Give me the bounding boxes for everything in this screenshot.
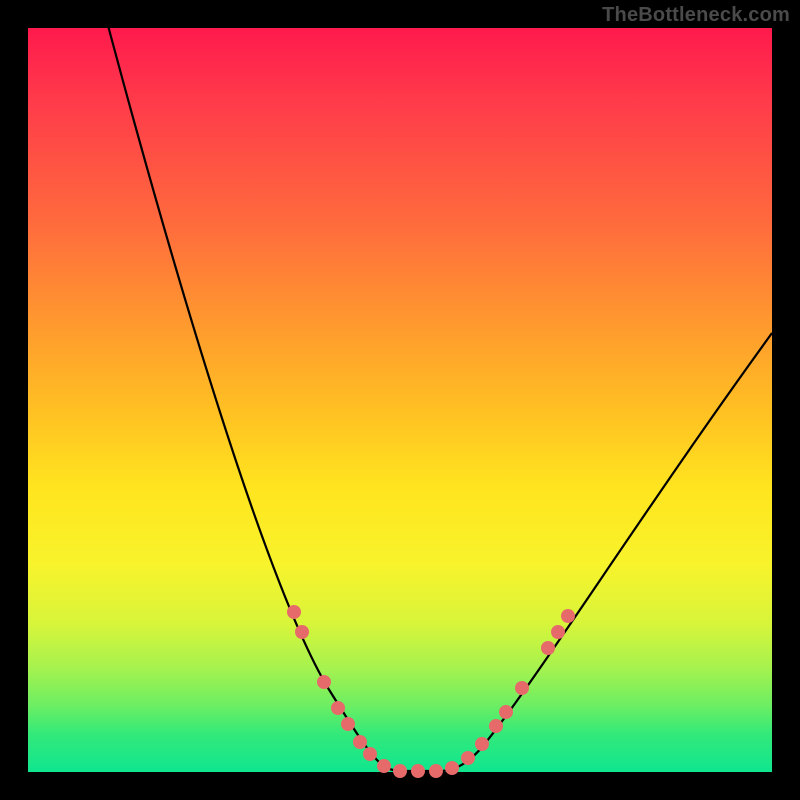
marker-dot: [551, 625, 565, 639]
marker-dot: [295, 625, 309, 639]
marker-dot: [445, 761, 459, 775]
marker-dot: [377, 759, 391, 773]
marker-dot: [331, 701, 345, 715]
marker-dot: [393, 764, 407, 778]
chart-frame: TheBottleneck.com: [0, 0, 800, 800]
marker-dot: [475, 737, 489, 751]
marker-dot: [429, 764, 443, 778]
curve-left: [106, 18, 400, 771]
marker-dot: [341, 717, 355, 731]
marker-dot: [499, 705, 513, 719]
marker-dot: [515, 681, 529, 695]
marker-dot: [353, 735, 367, 749]
marker-dot: [287, 605, 301, 619]
curve-svg: [28, 28, 772, 772]
watermark-text: TheBottleneck.com: [602, 4, 790, 27]
marker-dot: [561, 609, 575, 623]
plot-area: [28, 28, 772, 772]
marker-dot: [489, 719, 503, 733]
marker-dot: [541, 641, 555, 655]
curve-right: [440, 333, 772, 771]
marker-dot: [461, 751, 475, 765]
marker-dot: [317, 675, 331, 689]
marker-dot: [411, 764, 425, 778]
marker-dot: [363, 747, 377, 761]
